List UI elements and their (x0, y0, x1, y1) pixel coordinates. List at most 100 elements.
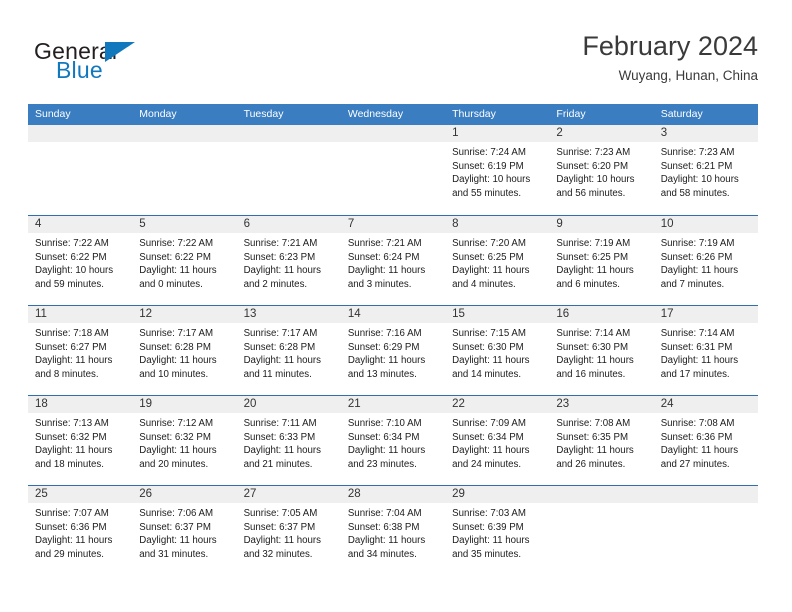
day-details: Sunrise: 7:05 AM Sunset: 6:37 PM Daylight:… (237, 503, 341, 561)
calendar-day-cell[interactable]: 4 Sunrise: 7:22 AM Sunset: 6:22 PM Daylight… (28, 216, 133, 305)
calendar-day-cell[interactable]: 2 Sunrise: 7:23 AM Sunset: 6:20 PM Daylight… (549, 125, 654, 215)
day-detail-line: Sunset: 6:30 PM (556, 341, 629, 353)
day-detail-line: Sunrise: 7:11 AM (243, 418, 317, 429)
day-detail-line: Daylight: 10 hours (556, 174, 635, 186)
day-detail-line: and 18 minutes. (35, 458, 104, 470)
day-detail-line: and 20 minutes. (139, 458, 209, 470)
calendar-day-cell[interactable]: 7 Sunrise: 7:21 AM Sunset: 6:24 PM Daylight… (340, 216, 446, 305)
calendar-day-cell[interactable]: 29 Sunrise: 7:03 AM Sunset: 6:39 PM Dayligh… (445, 486, 550, 575)
day-number-strip (132, 125, 237, 142)
calendar-day-cell[interactable]: 15 Sunrise: 7:15 AM Sunset: 6:30 PM Dayligh… (445, 306, 550, 395)
calendar-day-cell[interactable]: 17 Sunrise: 7:14 AM Sunset: 6:31 PM Dayligh… (653, 306, 758, 395)
day-number: 16 (556, 308, 570, 320)
weekday-header-sunday: Sunday (35, 108, 71, 120)
day-detail-line: Daylight: 11 hours (139, 445, 217, 457)
day-detail-line: Sunset: 6:36 PM (660, 431, 733, 443)
day-number-strip: 5 (132, 216, 237, 233)
day-detail-line: Sunrise: 7:17 AM (243, 328, 318, 339)
calendar-day-cell[interactable]: 21 Sunrise: 7:10 AM Sunset: 6:34 PM Dayligh… (340, 396, 446, 485)
day-details: Sunrise: 7:09 AM Sunset: 6:34 PM Daylight:… (445, 413, 549, 471)
day-detail-line: Sunset: 6:35 PM (556, 431, 629, 443)
calendar-day-cell[interactable]: 16 Sunrise: 7:14 AM Sunset: 6:30 PM Dayligh… (549, 306, 654, 395)
day-detail-line: Sunrise: 7:23 AM (556, 147, 631, 158)
day-detail-line: Sunrise: 7:06 AM (139, 508, 214, 519)
day-number-strip: 29 (445, 486, 550, 503)
calendar-day-cell[interactable]: 26 Sunrise: 7:06 AM Sunset: 6:37 PM Dayligh… (132, 486, 237, 575)
calendar-day-cell[interactable]: 8 Sunrise: 7:20 AM Sunset: 6:25 PM Daylight… (445, 216, 550, 305)
day-details (28, 142, 132, 146)
day-details: Sunrise: 7:19 AM Sunset: 6:25 PM Daylight:… (549, 233, 653, 291)
calendar-day-cell[interactable]: 11 Sunrise: 7:18 AM Sunset: 6:27 PM Dayligh… (28, 306, 133, 395)
calendar-week-row: 18 Sunrise: 7:13 AM Sunset: 6:32 PM Dayligh… (28, 395, 758, 485)
day-number-strip: 6 (236, 216, 341, 233)
page-header: General Blue February 2024 Wuyang, Hunan… (34, 30, 758, 98)
day-details: Sunrise: 7:21 AM Sunset: 6:23 PM Daylight:… (237, 233, 341, 291)
day-number-strip (653, 486, 758, 503)
calendar-day-cell[interactable]: 25 Sunrise: 7:07 AM Sunset: 6:36 PM Dayligh… (28, 486, 133, 575)
day-detail-line: Sunset: 6:20 PM (556, 160, 629, 172)
day-number-strip: 23 (549, 396, 654, 413)
calendar-day-cell[interactable]: 22 Sunrise: 7:09 AM Sunset: 6:34 PM Dayligh… (445, 396, 550, 485)
calendar-day-cell[interactable]: 18 Sunrise: 7:13 AM Sunset: 6:32 PM Dayligh… (28, 396, 133, 485)
day-detail-line: Sunset: 6:31 PM (660, 341, 733, 353)
day-detail-line: Sunrise: 7:21 AM (243, 238, 318, 249)
calendar-day-cell[interactable]: 10 Sunrise: 7:19 AM Sunset: 6:26 PM Dayligh… (653, 216, 758, 305)
calendar-day-cell[interactable]: 19 Sunrise: 7:12 AM Sunset: 6:32 PM Dayligh… (132, 396, 237, 485)
calendar-day-cell[interactable]: 1 Sunrise: 7:24 AM Sunset: 6:19 PM Daylight… (445, 125, 550, 215)
day-detail-line: Daylight: 10 hours (452, 174, 531, 186)
day-detail-line: Daylight: 11 hours (243, 265, 321, 277)
calendar-day-cell[interactable]: 24 Sunrise: 7:08 AM Sunset: 6:36 PM Dayligh… (653, 396, 758, 485)
day-detail-line: Daylight: 11 hours (139, 355, 217, 367)
day-number: 27 (243, 488, 257, 500)
day-number-strip: 27 (236, 486, 341, 503)
day-detail-line: Daylight: 11 hours (347, 265, 426, 277)
day-number: 25 (35, 488, 48, 500)
day-detail-line: Daylight: 11 hours (347, 535, 426, 547)
day-details: Sunrise: 7:18 AM Sunset: 6:27 PM Daylight:… (28, 323, 132, 381)
calendar-day-cell[interactable]: 13 Sunrise: 7:17 AM Sunset: 6:28 PM Dayligh… (236, 306, 341, 395)
day-detail-line: Daylight: 11 hours (243, 535, 321, 547)
calendar-day-cell[interactable]: 9 Sunrise: 7:19 AM Sunset: 6:25 PM Daylight… (549, 216, 654, 305)
calendar-day-cell[interactable]: 12 Sunrise: 7:17 AM Sunset: 6:28 PM Dayligh… (132, 306, 237, 395)
calendar-day-cell[interactable]: 28 Sunrise: 7:04 AM Sunset: 6:38 PM Dayligh… (340, 486, 446, 575)
calendar-day-cell[interactable]: 6 Sunrise: 7:21 AM Sunset: 6:23 PM Daylight… (236, 216, 341, 305)
calendar-day-cell[interactable]: 3 Sunrise: 7:23 AM Sunset: 6:21 PM Daylight… (653, 125, 758, 215)
calendar-day-cell[interactable]: 27 Sunrise: 7:05 AM Sunset: 6:37 PM Dayligh… (236, 486, 341, 575)
calendar-day-cell[interactable]: 20 Sunrise: 7:11 AM Sunset: 6:33 PM Dayligh… (236, 396, 341, 485)
day-detail-line: Sunrise: 7:23 AM (660, 147, 735, 158)
day-details: Sunrise: 7:07 AM Sunset: 6:36 PM Daylight:… (28, 503, 132, 561)
day-detail-line: Sunset: 6:29 PM (347, 341, 420, 353)
general-blue-logo[interactable]: General Blue (34, 38, 214, 90)
day-details (654, 503, 758, 507)
day-detail-line: Sunrise: 7:20 AM (452, 238, 526, 249)
day-number: 18 (35, 398, 48, 410)
day-detail-line: and 34 minutes. (347, 548, 417, 560)
day-number-strip: 26 (132, 486, 237, 503)
day-details: Sunrise: 7:08 AM Sunset: 6:35 PM Daylight:… (549, 413, 653, 471)
calendar-day-cell[interactable]: 23 Sunrise: 7:08 AM Sunset: 6:35 PM Dayligh… (549, 396, 654, 485)
calendar-day-cell[interactable]: 14 Sunrise: 7:16 AM Sunset: 6:29 PM Dayligh… (340, 306, 446, 395)
day-number: 8 (452, 218, 459, 230)
day-number-strip: 24 (653, 396, 758, 413)
day-details: Sunrise: 7:24 AM Sunset: 6:19 PM Daylight:… (445, 142, 549, 200)
calendar-week-row: 11 Sunrise: 7:18 AM Sunset: 6:27 PM Dayligh… (28, 305, 758, 395)
day-number: 24 (660, 398, 674, 410)
day-detail-line: Sunset: 6:19 PM (452, 160, 524, 172)
day-number-strip: 3 (653, 125, 758, 142)
day-number-strip: 7 (340, 216, 446, 233)
day-detail-line: and 6 minutes. (556, 278, 620, 290)
day-number: 28 (347, 488, 361, 500)
day-details: Sunrise: 7:17 AM Sunset: 6:28 PM Daylight:… (132, 323, 236, 381)
day-details: Sunrise: 7:14 AM Sunset: 6:31 PM Daylight:… (654, 323, 758, 381)
calendar-day-cell[interactable]: 5 Sunrise: 7:22 AM Sunset: 6:22 PM Daylight… (132, 216, 237, 305)
day-detail-line: Sunset: 6:33 PM (243, 431, 316, 443)
weekday-header-saturday: Saturday (660, 108, 703, 120)
day-detail-line: Sunrise: 7:10 AM (347, 418, 422, 429)
day-detail-line: and 21 minutes. (243, 458, 313, 470)
day-details: Sunrise: 7:08 AM Sunset: 6:36 PM Daylight:… (654, 413, 758, 471)
day-detail-line: Sunrise: 7:15 AM (452, 328, 526, 339)
day-detail-line: Sunset: 6:34 PM (452, 431, 524, 443)
day-number: 6 (243, 218, 250, 230)
day-detail-line: and 16 minutes. (556, 368, 626, 380)
weekday-header-thursday: Thursday (452, 108, 496, 120)
